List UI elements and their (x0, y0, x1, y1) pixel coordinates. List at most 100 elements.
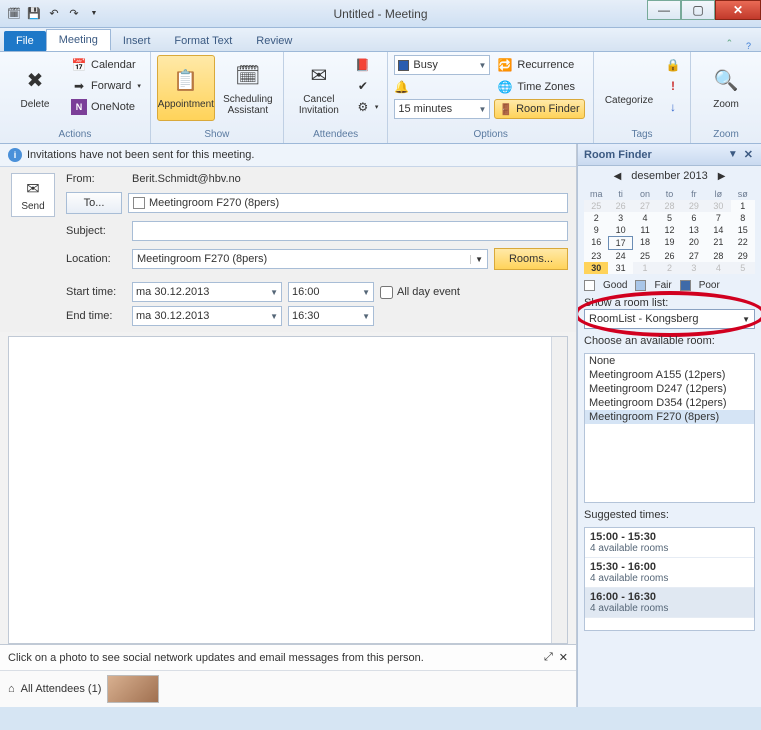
time-slot[interactable]: 15:00 - 15:304 available rooms (585, 528, 754, 558)
title-bar: 🗓 💾 ↶ ↷ ▼ Untitled - Meeting — ▢ ✕ (0, 0, 761, 28)
calendar-day[interactable]: 24 (608, 250, 632, 262)
room-finder-toggle[interactable]: 🚪Room Finder (494, 99, 584, 119)
calendar-day[interactable]: 4 (633, 212, 657, 224)
forward-button[interactable]: ➡Forward▾ (68, 76, 144, 96)
calendar-day[interactable]: 14 (706, 224, 730, 236)
end-time-field[interactable]: 16:30▼ (288, 306, 374, 326)
subject-field[interactable] (132, 221, 568, 241)
start-time-field[interactable]: 16:00▼ (288, 282, 374, 302)
categorize-icon (618, 70, 640, 92)
calendar-button[interactable]: 📅Calendar (68, 55, 144, 75)
show-as-combo[interactable]: Busy▼ (394, 55, 490, 75)
body-scrollbar[interactable] (551, 337, 567, 643)
calendar-day[interactable]: 13 (682, 224, 706, 236)
timezones-button[interactable]: 🌐Time Zones (494, 77, 578, 97)
onenote-button[interactable]: NOneNote (68, 97, 144, 117)
delete-button[interactable]: ✖ Delete (6, 55, 64, 121)
end-date-value: ma 30.12.2013 (136, 310, 209, 322)
calendar-day[interactable]: 28 (706, 250, 730, 262)
calendar-day[interactable]: 25 (633, 250, 657, 262)
message-body[interactable] (8, 336, 568, 644)
room-option[interactable]: Meetingroom A155 (12pers) (585, 368, 754, 382)
calendar-day[interactable]: 11 (633, 224, 657, 236)
room-option[interactable]: Meetingroom D354 (12pers) (585, 396, 754, 410)
calendar-day[interactable]: 29 (731, 250, 755, 262)
room-list-dropdown[interactable]: RoomList - Kongsberg ▼ (584, 309, 755, 329)
address-book-button[interactable]: 📕 (352, 55, 382, 75)
calendar-day[interactable]: 5 (657, 212, 681, 224)
cancel-invitation-button[interactable]: ✉ Cancel Invitation (290, 55, 348, 121)
time-slot[interactable]: 15:30 - 16:004 available rooms (585, 558, 754, 588)
tab-review[interactable]: Review (244, 31, 304, 51)
close-social-icon[interactable]: ✕ (559, 651, 568, 664)
end-date-field[interactable]: ma 30.12.2013▼ (132, 306, 282, 326)
check-names-button[interactable]: ✔ (352, 76, 382, 96)
categorize-button[interactable]: Categorize (600, 55, 658, 121)
calendar-day[interactable]: 19 (657, 236, 681, 250)
calendar-day[interactable]: 17 (608, 236, 632, 250)
calendar-day[interactable]: 12 (657, 224, 681, 236)
calendar-day[interactable]: 16 (584, 236, 608, 250)
start-date-field[interactable]: ma 30.12.2013▼ (132, 282, 282, 302)
prev-month-icon[interactable]: ◀ (614, 171, 622, 182)
calendar-day[interactable]: 7 (706, 212, 730, 224)
minimize-ribbon-icon[interactable]: ˆ (727, 39, 731, 51)
to-field[interactable]: Meetingroom F270 (8pers) (128, 193, 568, 213)
response-options-button[interactable]: ⚙▾ (352, 97, 382, 117)
calendar-day[interactable]: 3 (608, 212, 632, 224)
available-rooms-list[interactable]: NoneMeetingroom A155 (12pers)Meetingroom… (584, 353, 755, 503)
calendar-day[interactable]: 22 (731, 236, 755, 250)
next-month-icon[interactable]: ▶ (718, 171, 726, 182)
close-button[interactable]: ✕ (715, 0, 761, 20)
high-importance-button[interactable]: ! (662, 76, 684, 96)
calendar-day[interactable]: 6 (682, 212, 706, 224)
help-icon[interactable]: ? (746, 41, 751, 51)
calendar-day[interactable]: 23 (584, 250, 608, 262)
expand-icon[interactable]: ⤢ (544, 651, 553, 664)
calendar-grid[interactable]: mationtofrløsø25262728293012345678910111… (584, 188, 755, 274)
start-time-value: 16:00 (292, 286, 320, 298)
zoom-button[interactable]: 🔍 Zoom (697, 55, 755, 121)
calendar-day[interactable]: 1 (731, 200, 755, 212)
room-option[interactable]: Meetingroom F270 (8pers) (585, 410, 754, 424)
send-button[interactable]: ✉ Send (11, 173, 55, 217)
all-day-input[interactable] (380, 286, 393, 299)
attendee-photo[interactable] (107, 675, 159, 703)
calendar-day[interactable]: 15 (731, 224, 755, 236)
calendar-day[interactable]: 10 (608, 224, 632, 236)
maximize-button[interactable]: ▢ (681, 0, 715, 20)
calendar-day[interactable]: 2 (584, 212, 608, 224)
low-importance-button[interactable]: ↓ (662, 97, 684, 117)
recurrence-button[interactable]: 🔁Recurrence (494, 55, 587, 75)
pin-icon[interactable]: ▼ (724, 149, 742, 160)
calendar-day[interactable]: 9 (584, 224, 608, 236)
location-field[interactable]: Meetingroom F270 (8pers)▼ (132, 249, 488, 269)
calendar-day[interactable]: 26 (657, 250, 681, 262)
appointment-button[interactable]: 📋 Appointment (157, 55, 215, 121)
calendar-day[interactable]: 21 (706, 236, 730, 250)
tab-format-text[interactable]: Format Text (162, 31, 244, 51)
to-button[interactable]: To... (66, 192, 122, 214)
private-button[interactable]: 🔒 (662, 55, 684, 75)
close-panel-icon[interactable]: ✕ (742, 148, 755, 161)
calendar-day[interactable]: 30 (584, 262, 608, 274)
start-date-value: ma 30.12.2013 (136, 286, 209, 298)
all-day-checkbox[interactable]: All day event (380, 286, 460, 299)
tab-meeting[interactable]: Meeting (46, 29, 111, 51)
good-swatch (584, 280, 595, 291)
calendar-day[interactable]: 31 (608, 262, 632, 274)
room-option[interactable]: Meetingroom D247 (12pers) (585, 382, 754, 396)
rooms-button[interactable]: Rooms... (494, 248, 568, 270)
room-option[interactable]: None (585, 354, 754, 368)
calendar-day[interactable]: 8 (731, 212, 755, 224)
calendar-day[interactable]: 27 (682, 250, 706, 262)
minimize-button[interactable]: — (647, 0, 681, 20)
calendar-day[interactable]: 20 (682, 236, 706, 250)
suggested-times-list[interactable]: 15:00 - 15:304 available rooms15:30 - 16… (584, 527, 755, 631)
calendar-day[interactable]: 18 (633, 236, 657, 250)
tab-file[interactable]: File (4, 31, 46, 51)
time-slot[interactable]: 16:00 - 16:304 available rooms (585, 588, 754, 618)
scheduling-button[interactable]: 🗓 Scheduling Assistant (219, 55, 277, 121)
reminder-combo[interactable]: 15 minutes▼ (394, 99, 490, 119)
tab-insert[interactable]: Insert (111, 31, 163, 51)
